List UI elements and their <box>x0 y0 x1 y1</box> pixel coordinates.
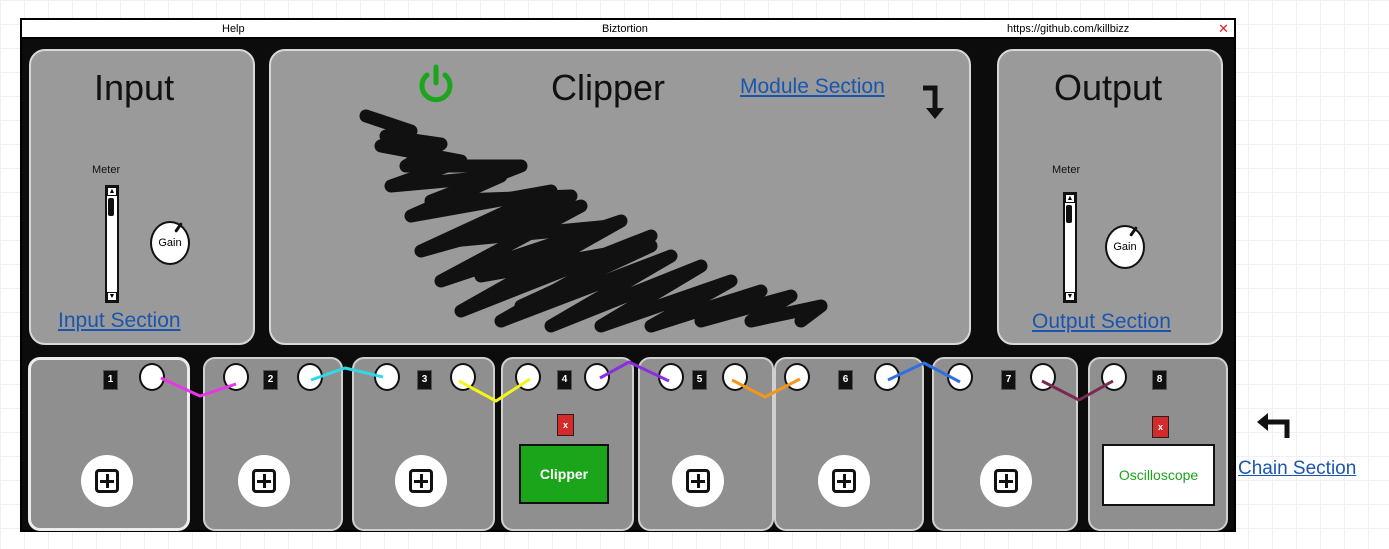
output-gain-label: Gain <box>1113 241 1137 253</box>
title-bar: Help Biztortion https://github.com/killb… <box>22 20 1234 39</box>
add-module-button[interactable] <box>980 455 1032 507</box>
module-section-link[interactable]: Module Section <box>740 75 885 99</box>
output-meter-label: Meter <box>1052 164 1081 176</box>
plus-square-icon <box>252 469 276 493</box>
remove-module-button[interactable]: x <box>557 414 574 436</box>
cable <box>731 377 801 399</box>
add-module-button[interactable] <box>81 455 133 507</box>
scroll-down-icon[interactable]: ▼ <box>107 292 117 301</box>
remove-module-button[interactable]: x <box>1152 416 1169 438</box>
cable <box>160 376 237 398</box>
input-title: Input <box>94 67 175 108</box>
input-section-link[interactable]: Input Section <box>58 309 181 333</box>
close-icon[interactable]: ✕ <box>1218 21 1229 37</box>
plus-square-icon <box>686 469 710 493</box>
power-icon[interactable] <box>416 63 456 105</box>
add-module-button[interactable] <box>818 455 870 507</box>
module-clipper[interactable]: Clipper <box>519 444 609 504</box>
cable <box>887 361 961 384</box>
output-panel: Output Meter ▲ ▼ Gain Output Section <box>997 49 1223 345</box>
add-module-button[interactable] <box>672 455 724 507</box>
chain-section-link[interactable]: Chain Section <box>1238 458 1356 480</box>
input-meter[interactable]: ▲ ▼ <box>105 185 119 303</box>
plus-square-icon <box>409 469 433 493</box>
app-title: Biztortion <box>602 23 648 35</box>
help-menu[interactable]: Help <box>222 23 245 35</box>
knob-indicator <box>1129 226 1138 237</box>
module-panel: Clipper Module Section <box>269 49 971 345</box>
cable <box>1041 379 1114 402</box>
plus-square-icon <box>95 469 119 493</box>
input-gain-knob[interactable]: Gain <box>150 221 190 265</box>
cable <box>458 377 531 403</box>
output-section-link[interactable]: Output Section <box>1032 310 1171 334</box>
plus-square-icon <box>994 469 1018 493</box>
cable <box>599 360 670 383</box>
input-meter-label: Meter <box>92 164 121 176</box>
add-module-button[interactable] <box>395 455 447 507</box>
arrow-down-icon <box>923 85 944 119</box>
knob-indicator <box>174 222 183 233</box>
scroll-up-icon[interactable]: ▲ <box>107 187 117 196</box>
meter-thumb[interactable] <box>1066 205 1072 223</box>
plus-square-icon <box>832 469 856 493</box>
scroll-up-icon[interactable]: ▲ <box>1065 194 1075 203</box>
meter-thumb[interactable] <box>108 198 114 216</box>
clipper-scribble <box>359 109 828 333</box>
output-title: Output <box>1054 67 1163 108</box>
module-oscilloscope[interactable]: Oscilloscope <box>1102 444 1215 506</box>
arrow-back-icon <box>1257 413 1290 438</box>
output-gain-knob[interactable]: Gain <box>1105 225 1145 269</box>
cable <box>310 366 384 382</box>
add-module-button[interactable] <box>238 455 290 507</box>
app-window: Help Biztortion https://github.com/killb… <box>20 18 1236 532</box>
input-gain-label: Gain <box>158 237 182 249</box>
module-title: Clipper <box>551 67 666 108</box>
chain-cables <box>160 360 1114 403</box>
scroll-down-icon[interactable]: ▼ <box>1065 292 1075 301</box>
github-link[interactable]: https://github.com/killbizz <box>1007 23 1129 35</box>
output-meter[interactable]: ▲ ▼ <box>1063 192 1077 303</box>
input-panel: Input Meter ▲ ▼ Gain Input Section <box>29 49 255 345</box>
